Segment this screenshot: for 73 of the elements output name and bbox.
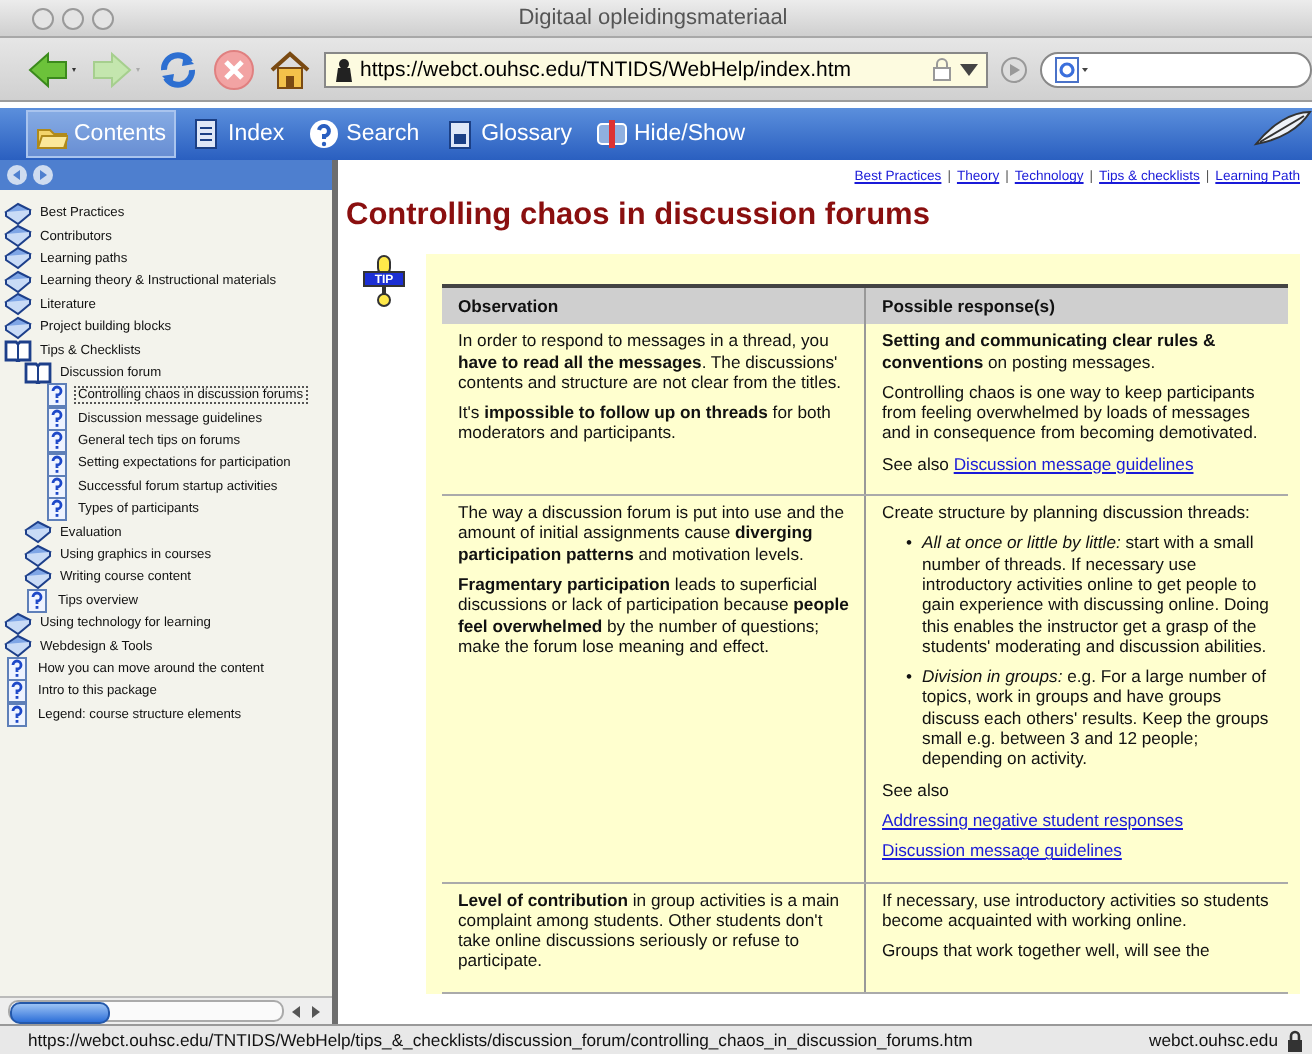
paragraph: Level of contribution in group activities is a main complaint among students. Other students don't take online discussions seriously or refuse to participate. (458, 889, 842, 972)
tab[interactable]: Search (298, 110, 430, 158)
lock-icon (930, 57, 954, 81)
book-icon[interactable] (24, 543, 52, 568)
panel-toggle-icon (595, 118, 628, 150)
help-page-icon (44, 428, 70, 455)
paragraph: Create structure by planning discussion threads: (882, 502, 1252, 523)
paragraph: Fragmentary participation leads to superficial discussions or lack of participation because people feel overwhelmed by the number of questions; make the forum lose meaning and effect. (458, 573, 851, 657)
paragraph: Setting and communicating clear rules & conventions on posting messages. (882, 330, 1218, 372)
tab[interactable]: Glossary (433, 110, 582, 158)
book-icon[interactable] (4, 201, 32, 226)
open-book-icon[interactable] (4, 338, 32, 363)
paragraph: The way a discussion forum is put into use and the amount of initial assignments cause diverging participation patterns and motivation levels. (458, 502, 846, 564)
column-header: Observation (442, 286, 865, 325)
paragraph: Groups that work together well, will see the (882, 940, 1212, 961)
lock-icon (1286, 1029, 1304, 1051)
tab[interactable]: Hide/Show (585, 110, 756, 158)
book-icon[interactable] (4, 269, 32, 294)
book-icon[interactable] (24, 565, 52, 590)
window-title: Digitaal opleidingsmateriaal (516, 6, 790, 30)
book-icon[interactable] (4, 315, 32, 340)
list-bullet: • (906, 666, 913, 691)
page-title: Controlling chaos in discussion forums (346, 198, 932, 234)
search-field[interactable] (1040, 51, 1312, 87)
stop-icon[interactable] (212, 47, 256, 91)
book-icon[interactable] (4, 611, 32, 636)
help-page-icon (44, 382, 70, 409)
paragraph: See also Discussion message guidelines (882, 453, 1196, 475)
back-icon[interactable] (6, 164, 28, 186)
forward-icon[interactable] (32, 164, 54, 186)
paragraph: Controlling chaos is one way to keep participants from feeling overwhelmed by loads of messages and in consequence from becoming demotivated. (882, 381, 1260, 444)
link[interactable]: Discussion message guidelines (953, 453, 1194, 474)
list-item: All at once or little by little: start with a small number of threads. If necessary use introductory activities online to get people to gain experience with discussing online. Doing this enables the instructor get a grasp of the students' moderating and discussion abilities. (922, 532, 1271, 657)
paragraph: If necessary, use introductory activities so students become acquainted with working online. (882, 889, 1271, 931)
help-page-icon (4, 678, 30, 705)
paragraph: In order to respond to messages in a thread, you have to read all the messages. The discussions' contents and structure are not clear from the titles. (458, 330, 844, 393)
help-page-icon (44, 405, 70, 432)
book-icon (190, 118, 223, 150)
quill-icon (1252, 108, 1312, 148)
status-domain: webct.ouhsc.edu (1149, 1030, 1278, 1050)
site-icon (334, 55, 354, 83)
book-icon[interactable] (4, 292, 32, 317)
book-icon[interactable] (4, 224, 32, 249)
paragraph: It's impossible to follow up on threads for both moderators and participants. (458, 402, 833, 444)
book-icon (443, 118, 476, 150)
reload-icon[interactable] (156, 47, 200, 91)
book-icon[interactable] (4, 634, 32, 659)
paragraph: See also (882, 779, 951, 800)
status-url: https://webct.ouhsc.edu/TNTIDS/WebHelp/tips_&_checklists/discussion_forum/controlling_chaos_in_discussion_forums.htm (28, 1030, 975, 1050)
link[interactable]: Discussion message guidelines (882, 840, 1122, 861)
column-header: Possible response(s) (865, 286, 1288, 325)
help-page-icon (4, 656, 30, 683)
home-icon[interactable] (268, 47, 312, 91)
back-arrow-icon[interactable] (28, 49, 80, 89)
help-page-icon (4, 701, 30, 728)
link[interactable]: Addressing negative student responses (882, 809, 1183, 830)
scrollbar-thumb[interactable] (10, 1002, 110, 1024)
list-bullet: • (906, 532, 913, 557)
dropdown-arrow-icon[interactable] (960, 61, 978, 77)
book-icon[interactable] (4, 246, 32, 271)
open-book-icon[interactable] (24, 360, 52, 385)
scroll-left-icon[interactable] (288, 1003, 304, 1019)
help-page-icon (44, 473, 70, 500)
book-icon[interactable] (24, 520, 52, 545)
help-page-icon (44, 451, 70, 477)
tab[interactable]: Index (180, 110, 295, 158)
search-engine-icon[interactable] (1054, 55, 1090, 83)
list-item: Division in groups: e.g. For a large number of topics, work in groups and have groups discuss each others' results. Keep the groups small e.g. between 3 and 12 people; depending on activity. (922, 666, 1271, 770)
scroll-right-icon[interactable] (308, 1003, 324, 1019)
help-page-icon (44, 496, 70, 523)
help-page-icon (24, 587, 50, 614)
help-icon (308, 118, 341, 150)
address-bar[interactable]: https://webct.ouhsc.edu/TNTIDS/WebHelp/index.htm (324, 51, 988, 87)
